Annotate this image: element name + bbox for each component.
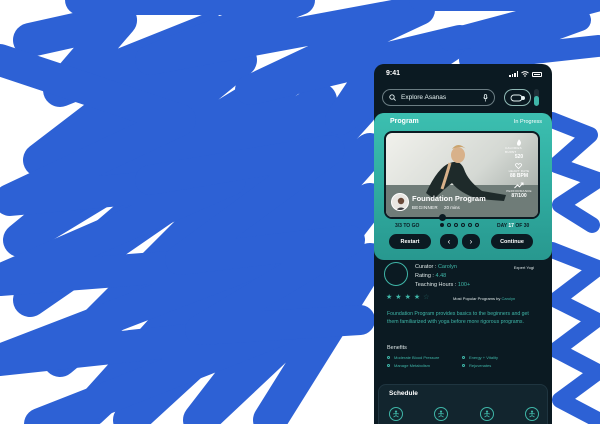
stat-value: 88 BPM: [509, 173, 529, 179]
day-prefix: DAY: [497, 223, 508, 229]
sessions-to-go: 3/3 TO GO: [395, 223, 420, 229]
program-level: BEGINNER: [412, 205, 438, 210]
stat-value: 520: [514, 154, 524, 160]
bullet-icon: [387, 356, 390, 359]
wifi-icon: [521, 71, 529, 77]
schedule-slot[interactable]: [434, 407, 449, 421]
flame-icon: [516, 139, 521, 146]
hours-line: Teaching Hours : 100+: [415, 282, 470, 288]
program-duration: 20 mins: [444, 205, 460, 210]
meditation-icon: [392, 410, 400, 418]
program-card: Program In Progress CALORIES BURNT 520 H…: [374, 113, 552, 260]
level-indicator-fill: [534, 95, 539, 106]
expert-badge: Expert Yogi: [513, 265, 534, 270]
carousel-knob[interactable]: [439, 214, 446, 221]
level-indicator: [534, 89, 539, 106]
yoga-mat-icon: [510, 94, 525, 101]
curator-section: Curator : Carolyn Rating : 4.48 Teaching…: [374, 260, 552, 380]
progress-dot[interactable]: [468, 223, 472, 227]
search-input[interactable]: Explore Asanas: [401, 94, 478, 101]
battery-icon: [532, 71, 542, 77]
hours-label: Teaching Hours :: [415, 282, 458, 288]
meditation-icon: [438, 410, 445, 418]
schedule-card: Schedule: [378, 384, 548, 424]
progress-dot[interactable]: [454, 223, 458, 227]
benefit-label: Manage Metabolism: [394, 363, 431, 368]
stat-label: CALORIES BURNT: [505, 146, 522, 154]
popular-programs-link[interactable]: Most Popular Programs by Carolyn: [453, 296, 515, 301]
benefits-heading: Benefits: [387, 345, 407, 351]
status-bar: 9:41: [384, 70, 542, 80]
benefit-label: Energy + Vitality: [469, 355, 498, 360]
program-header: Program: [390, 118, 419, 125]
schedule-slot[interactable]: [524, 407, 539, 421]
star-icon: ★: [395, 294, 402, 301]
progress-dots: [440, 223, 479, 227]
stat-heart-rate: HEART RATE 88 BPM: [509, 163, 530, 179]
hours-value: 100+: [457, 282, 471, 288]
progress-dot[interactable]: [475, 223, 479, 227]
popular-label: Most Popular Programs by: [453, 296, 502, 301]
stats-column: CALORIES BURNT 520 HEART RATE 88 BPM PER…: [505, 139, 533, 199]
stat-performance: PERFORMANCE 87/100: [506, 182, 532, 199]
benefit-item: Energy + Vitality: [462, 355, 537, 360]
benefit-item: Manage Metabolism: [387, 363, 462, 368]
stat-calories: CALORIES BURNT 520: [505, 139, 533, 160]
program-title: Foundation Program: [412, 194, 486, 203]
curator-name[interactable]: Carolyn: [438, 264, 457, 270]
day-total: OF 30: [515, 223, 530, 229]
benefit-item: Moderate Blood Pressure: [387, 355, 462, 360]
benefit-label: Moderate Blood Pressure: [394, 355, 440, 360]
next-button[interactable]: ›: [462, 234, 480, 249]
star-icon: ★: [413, 294, 421, 301]
star-icon: ★: [386, 294, 393, 301]
progress-dot[interactable]: [440, 223, 444, 227]
program-status: In Progress: [513, 119, 542, 125]
day-current: 17: [508, 223, 514, 229]
benefit-label: Rejuvenates: [469, 363, 492, 368]
schedule-heading: Schedule: [389, 390, 418, 397]
curator-line: Curator : Carolyn: [415, 264, 457, 270]
status-icons: [509, 71, 542, 77]
bullet-icon: [462, 364, 465, 367]
star-icon: ★: [404, 294, 411, 301]
day-counter: DAY 17 OF 30: [497, 223, 529, 229]
bullet-icon: [462, 356, 465, 359]
schedule-slot[interactable]: [479, 407, 494, 421]
star-icon: ☆: [423, 294, 430, 301]
search-icon: [389, 94, 396, 101]
benefit-item: Rejuvenates: [462, 363, 537, 368]
schedule-slot[interactable]: [389, 407, 403, 421]
star-rating: ★ ★ ★ ★ ☆: [386, 294, 429, 301]
trend-icon: [514, 182, 524, 189]
schedule-slots: [389, 407, 539, 421]
stat-value: 87/100: [511, 193, 527, 199]
rating-line: Rating : 4.48: [415, 273, 446, 279]
activity-toggle-button[interactable]: [504, 89, 531, 106]
phone-screen: 9:41 Explore Asanas Program In Progress: [374, 64, 552, 424]
meditation-icon: [528, 410, 536, 418]
benefits-list: Moderate Blood Pressure Energy + Vitalit…: [387, 355, 537, 368]
curator-label: Curator :: [415, 264, 438, 270]
previous-button[interactable]: ‹: [440, 234, 458, 249]
curator-avatar[interactable]: [384, 262, 408, 286]
bullet-icon: [387, 364, 390, 367]
progress-dot[interactable]: [461, 223, 465, 227]
progress-dot[interactable]: [447, 223, 451, 227]
status-time: 9:41: [386, 70, 401, 77]
program-photo[interactable]: CALORIES BURNT 520 HEART RATE 88 BPM PER…: [384, 131, 540, 219]
rating-label: Rating :: [415, 273, 436, 279]
microphone-icon[interactable]: [483, 93, 488, 102]
restart-button[interactable]: Restart: [389, 234, 431, 249]
search-bar[interactable]: Explore Asanas: [382, 89, 495, 106]
program-description: Foundation Program provides basics to th…: [387, 311, 529, 325]
meditation-icon: [483, 410, 490, 418]
rating-value: 4.48: [435, 273, 447, 279]
instructor-avatar[interactable]: [391, 193, 409, 211]
popular-name: Carolyn: [501, 296, 516, 301]
canvas: 9:41 Explore Asanas Program In Progress: [0, 0, 600, 424]
continue-button[interactable]: Continue: [491, 234, 533, 249]
signal-icon: [509, 71, 518, 77]
